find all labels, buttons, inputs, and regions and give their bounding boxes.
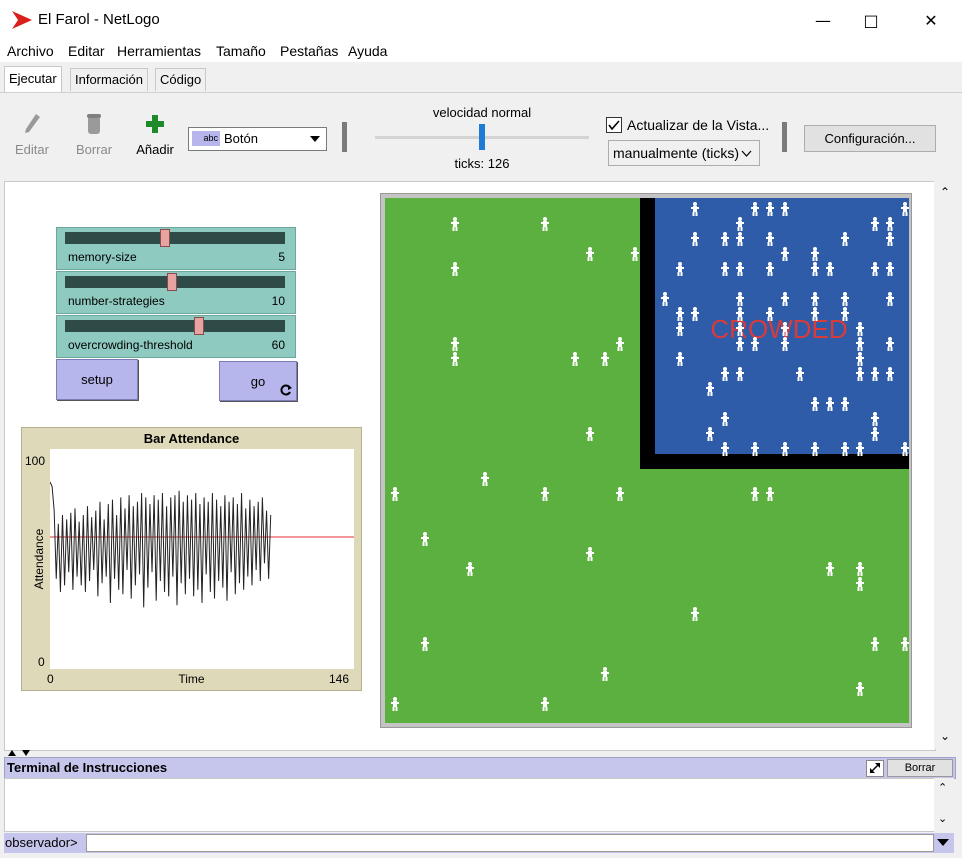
slider-name: memory-size <box>68 250 137 264</box>
slider-overcrowding-threshold[interactable]: overcrowding-threshold 60 <box>56 315 296 358</box>
toolbar-separator <box>782 122 787 152</box>
splitter-arrows-icon[interactable] <box>8 750 30 756</box>
menu-ayuda[interactable]: Ayuda <box>348 43 387 59</box>
update-mode-value: manualmente (ticks) <box>613 145 740 161</box>
go-button[interactable]: go <box>219 361 297 401</box>
command-input-row: observador> <box>4 833 954 853</box>
slider-name: number-strategies <box>68 294 165 308</box>
scroll-down-icon[interactable]: ⌄ <box>940 729 950 743</box>
clear-button[interactable]: Borrar <box>887 759 953 777</box>
menu-archivo[interactable]: Archivo <box>7 43 54 59</box>
checkmark-icon <box>608 120 620 131</box>
update-mode-select[interactable]: manualmente (ticks) <box>608 140 760 166</box>
output-scrollbar[interactable]: ⌃ ⌄ <box>934 778 954 832</box>
menu-pestanas[interactable]: Pestañas <box>280 43 338 59</box>
plot-area <box>50 449 354 669</box>
update-view-label: Actualizar de la Vista... <box>627 117 770 133</box>
setup-label: setup <box>81 372 113 387</box>
tab-codigo[interactable]: Código <box>155 68 207 91</box>
slider-track <box>65 320 285 332</box>
trash-icon <box>87 114 101 134</box>
plot-xmax: 146 <box>329 672 350 686</box>
world-view[interactable]: CROWDED <box>380 193 912 728</box>
settings-button[interactable]: Configuración... <box>804 125 936 152</box>
slider-thumb[interactable] <box>166 273 177 291</box>
update-view-checkbox[interactable] <box>606 117 622 133</box>
scroll-down-icon[interactable]: ⌄ <box>938 812 947 825</box>
slider-memory-size[interactable]: memory-size 5 <box>56 227 296 270</box>
ticks-counter: ticks: 126 <box>454 156 510 171</box>
setup-button[interactable]: setup <box>56 359 138 400</box>
widget-type-select[interactable]: abc Botón <box>188 127 327 151</box>
widget-type-value: Botón <box>224 131 258 146</box>
speed-label: velocidad normal <box>432 105 532 120</box>
slider-track <box>65 232 285 244</box>
observer-prompt[interactable]: observador> <box>5 835 78 850</box>
plot-ymax: 100 <box>25 454 46 468</box>
slider-number-strategies[interactable]: number-strategies 10 <box>56 271 296 314</box>
world-canvas: CROWDED <box>385 198 909 723</box>
slider-value: 60 <box>271 338 285 352</box>
dropdown-arrow-icon[interactable] <box>937 839 949 847</box>
forever-icon <box>280 384 292 396</box>
netlogo-logo-icon <box>12 11 32 29</box>
add-label: Añadir <box>136 142 174 157</box>
tab-ejecutar[interactable]: Ejecutar <box>4 66 62 93</box>
edit-button[interactable]: Editar <box>7 113 57 157</box>
slider-thumb[interactable] <box>194 317 205 335</box>
title-bar: El Farol - NetLogo — □ ✕ <box>0 0 962 40</box>
pencil-icon <box>25 114 40 133</box>
delete-label: Borrar <box>75 142 113 157</box>
command-output <box>4 778 936 832</box>
chevron-down-icon <box>741 150 752 157</box>
maximize-icon[interactable]: □ <box>848 0 894 40</box>
menu-editar[interactable]: Editar <box>68 43 105 59</box>
widget-type-badge: abc <box>192 131 220 146</box>
bar-attendance-plot: Bar Attendance 100 0 Attendance 0 Time 1… <box>21 427 362 691</box>
plot-xlabel: Time <box>178 672 205 686</box>
plus-icon <box>146 115 164 133</box>
crowded-label: CROWDED <box>710 314 847 344</box>
plot-title: Bar Attendance <box>143 431 240 446</box>
close-icon[interactable]: ✕ <box>908 0 954 40</box>
toolbar: Editar Borrar Añadir abc Botón velocidad… <box>0 92 962 181</box>
plot-background <box>50 449 354 669</box>
command-input[interactable] <box>86 834 934 852</box>
plot-ymin: 0 <box>38 655 45 669</box>
menu-herramientas[interactable]: Herramientas <box>117 43 201 59</box>
splitter[interactable] <box>4 750 954 756</box>
delete-button[interactable]: Borrar <box>69 113 119 157</box>
slider-value: 10 <box>271 294 285 308</box>
expand-icon[interactable] <box>866 760 884 777</box>
tab-bar: Ejecutar Información Código <box>0 66 962 93</box>
tab-informacion[interactable]: Información <box>70 68 148 91</box>
minimize-icon[interactable]: — <box>800 0 846 40</box>
plot-ylabel: Attendance <box>32 528 46 590</box>
command-center-header: Terminal de Instrucciones Borrar <box>4 757 956 779</box>
speed-slider-thumb[interactable] <box>479 124 485 150</box>
scroll-up-icon[interactable]: ⌃ <box>938 781 947 794</box>
slider-thumb[interactable] <box>160 229 171 247</box>
menu-tamano[interactable]: Tamaño <box>216 43 266 59</box>
menu-bar: Archivo Editar Herramientas Tamaño Pesta… <box>0 40 962 62</box>
slider-name: overcrowding-threshold <box>68 338 193 352</box>
window-title: El Farol - NetLogo <box>38 11 160 28</box>
slider-value: 5 <box>278 250 285 264</box>
add-button[interactable]: Añadir <box>130 113 180 157</box>
command-center-title: Terminal de Instrucciones <box>7 760 168 775</box>
toolbar-separator <box>342 122 347 152</box>
edit-label: Editar <box>15 142 49 157</box>
vertical-scrollbar[interactable]: ⌃ ⌄ <box>934 181 958 749</box>
go-label: go <box>250 373 266 389</box>
scroll-up-icon[interactable]: ⌃ <box>940 185 950 199</box>
dropdown-arrow-icon <box>310 136 320 142</box>
